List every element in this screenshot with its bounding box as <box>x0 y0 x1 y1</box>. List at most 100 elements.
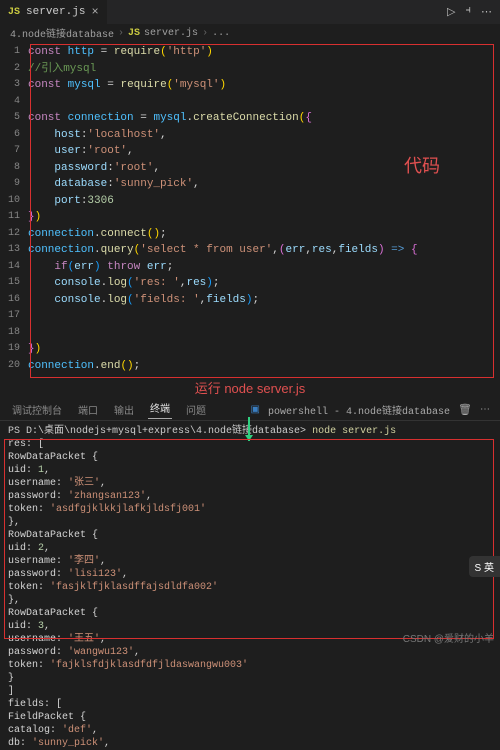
code-line[interactable]: 16 console.log('fields: ',fields); <box>0 292 500 309</box>
line-number: 2 <box>0 61 28 78</box>
split-icon[interactable]: ⫞ <box>466 5 472 19</box>
watermark: CSDN @爱财的小羊 <box>403 630 494 645</box>
panel-tab[interactable]: 问题 <box>184 402 208 418</box>
chevron-right-icon: › <box>118 28 124 39</box>
terminal-panel[interactable]: PS D:\桌面\nodejs+mysql+express\4.node链接da… <box>0 421 500 646</box>
code-line[interactable]: 10 port:3306 <box>0 193 500 210</box>
terminal-line: uid: 1, <box>8 464 492 477</box>
terminal-line: db: 'sunny_pick', <box>8 737 492 750</box>
panel-tab[interactable]: 调试控制台 <box>10 402 64 418</box>
terminal-line: } <box>8 672 492 685</box>
terminal-line: ] <box>8 685 492 698</box>
line-number: 15 <box>0 275 28 292</box>
code-line[interactable]: 6 host:'localhost', <box>0 127 500 144</box>
code-content[interactable]: user:'root', <box>28 143 134 160</box>
terminal-line: token: 'fajklsfdjklasdfdfjldaswangwu003' <box>8 659 492 672</box>
breadcrumb-trail: ... <box>212 28 230 39</box>
line-number: 1 <box>0 44 28 61</box>
code-line[interactable]: 5const connection = mysql.createConnecti… <box>0 110 500 127</box>
panel-tab[interactable]: 端口 <box>76 402 100 418</box>
terminal-line: RowDataPacket { <box>8 529 492 542</box>
annotation-label-code: 代码 <box>404 152 440 178</box>
code-content[interactable]: host:'localhost', <box>28 127 167 144</box>
line-number: 13 <box>0 242 28 259</box>
file-tab[interactable]: JS server.js × <box>0 0 107 24</box>
line-number: 11 <box>0 209 28 226</box>
tab-actions: ▷ ⫞ ⋯ <box>447 5 500 19</box>
tab-filename: server.js <box>26 6 85 18</box>
line-number: 17 <box>0 308 28 325</box>
code-content[interactable]: const http = require('http') <box>28 44 213 61</box>
code-line[interactable]: 18 <box>0 325 500 342</box>
code-content[interactable]: console.log('res: ',res); <box>28 275 220 292</box>
code-line[interactable]: 4 <box>0 94 500 111</box>
line-number: 9 <box>0 176 28 193</box>
annotation-label-run: 运行 node server.js <box>0 376 500 399</box>
breadcrumb-file[interactable]: server.js <box>144 28 198 39</box>
js-file-icon: JS <box>8 7 20 18</box>
line-number: 19 <box>0 341 28 358</box>
code-line[interactable]: 15 console.log('res: ',res); <box>0 275 500 292</box>
line-number: 7 <box>0 143 28 160</box>
terminal-line: password: 'wangwu123', <box>8 646 492 659</box>
code-content[interactable]: connection.end(); <box>28 358 140 375</box>
code-line[interactable]: 11}) <box>0 209 500 226</box>
panel-tab[interactable]: 输出 <box>112 402 136 418</box>
terminal-line: RowDataPacket { <box>8 451 492 464</box>
js-file-icon: JS <box>128 28 140 39</box>
code-line[interactable]: 1const http = require('http') <box>0 44 500 61</box>
code-line[interactable]: 12connection.connect(); <box>0 226 500 243</box>
terminal-line: username: '张三', <box>8 477 492 490</box>
terminal-line: }, <box>8 594 492 607</box>
line-number: 20 <box>0 358 28 375</box>
run-icon[interactable]: ▷ <box>447 5 455 19</box>
more-icon[interactable]: ⋯ <box>481 5 492 19</box>
line-number: 3 <box>0 77 28 94</box>
code-content[interactable]: const mysql = require('mysql') <box>28 77 226 94</box>
breadcrumb[interactable]: 4.node链接database › JS server.js › ... <box>0 24 500 42</box>
code-content[interactable]: port:3306 <box>28 193 114 210</box>
powershell-icon: ▣ <box>251 404 260 416</box>
terminal-line: token: 'asdfgjklkkjlafkjldsfj001' <box>8 503 492 516</box>
code-line[interactable]: 2//引入mysql <box>0 61 500 78</box>
code-content[interactable]: }) <box>28 341 41 358</box>
terminal-line: }, <box>8 516 492 529</box>
breadcrumb-folder[interactable]: 4.node链接database <box>10 25 114 41</box>
more-icon[interactable]: ⋯ <box>480 404 490 416</box>
terminal-line: uid: 2, <box>8 542 492 555</box>
code-content[interactable]: connection.query('select * from user',(e… <box>28 242 418 259</box>
chevron-right-icon: › <box>202 28 208 39</box>
close-icon[interactable]: × <box>91 5 98 19</box>
code-content[interactable]: connection.connect(); <box>28 226 167 243</box>
code-content[interactable]: const connection = mysql.createConnectio… <box>28 110 312 127</box>
code-content[interactable]: password:'root', <box>28 160 160 177</box>
line-number: 12 <box>0 226 28 243</box>
code-content[interactable]: console.log('fields: ',fields); <box>28 292 259 309</box>
tab-bar: JS server.js × ▷ ⫞ ⋯ <box>0 0 500 24</box>
code-content[interactable]: database:'sunny_pick', <box>28 176 200 193</box>
line-number: 8 <box>0 160 28 177</box>
code-line[interactable]: 19}) <box>0 341 500 358</box>
line-number: 18 <box>0 325 28 342</box>
terminal-line: password: 'lisi123', <box>8 568 492 581</box>
code-content[interactable]: if(err) throw err; <box>28 259 173 276</box>
code-line[interactable]: 3const mysql = require('mysql') <box>0 77 500 94</box>
line-number: 4 <box>0 94 28 111</box>
panel-tab[interactable]: 终端 <box>148 400 172 419</box>
code-line[interactable]: 14 if(err) throw err; <box>0 259 500 276</box>
terminal-line: catalog: 'def', <box>8 724 492 737</box>
code-line[interactable]: 13connection.query('select * from user',… <box>0 242 500 259</box>
line-number: 6 <box>0 127 28 144</box>
line-number: 16 <box>0 292 28 309</box>
code-line[interactable]: 9 database:'sunny_pick', <box>0 176 500 193</box>
ime-badge[interactable]: S 英 <box>469 556 500 577</box>
terminal-line: token: 'fasjklfjklasdffajsdldfa002' <box>8 581 492 594</box>
code-content[interactable]: }) <box>28 209 41 226</box>
trash-icon[interactable]: 🗑 <box>458 403 472 417</box>
code-editor[interactable]: 代码 1const http = require('http')2//引入mys… <box>0 42 500 376</box>
terminal-session-label[interactable]: powershell - 4.node链接database <box>268 402 450 418</box>
code-content[interactable]: //引入mysql <box>28 61 96 78</box>
terminal-line: fields: [ <box>8 698 492 711</box>
code-line[interactable]: 20connection.end(); <box>0 358 500 375</box>
code-line[interactable]: 17 <box>0 308 500 325</box>
